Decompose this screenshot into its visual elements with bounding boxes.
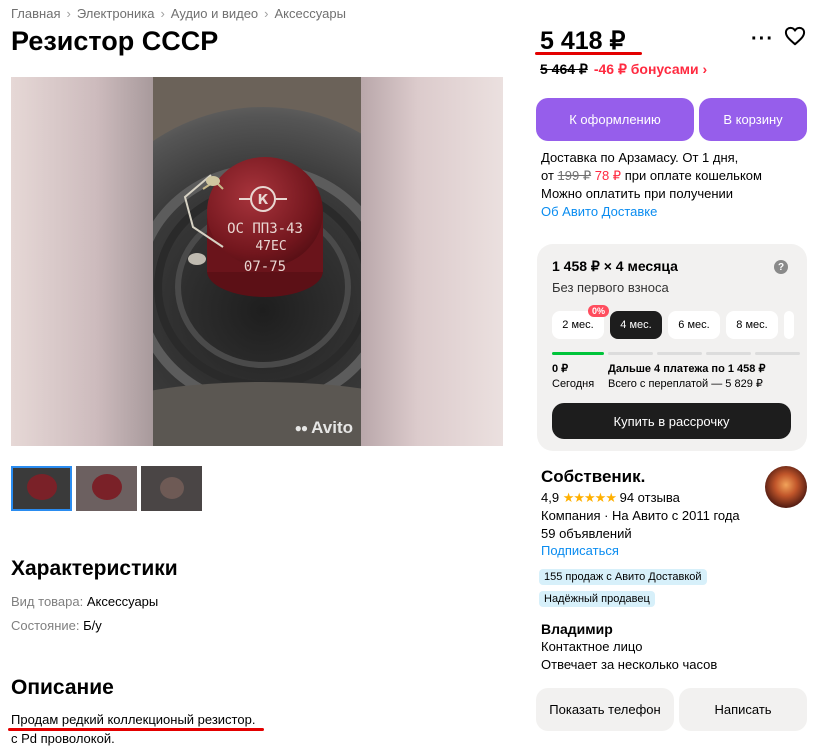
resistor-marking-3: 07-75 xyxy=(244,259,286,275)
rating-value: 4,9 xyxy=(541,490,560,505)
show-phone-button[interactable]: Показать телефон xyxy=(536,688,674,731)
delivery-line-1: Доставка по Арзамасу. От 1 дня, xyxy=(541,150,739,165)
more-options-icon[interactable]: ··· xyxy=(751,28,774,51)
breadcrumb-link-electronics[interactable]: Электроника xyxy=(77,6,155,21)
response-time: Отвечает за несколько часов xyxy=(541,657,718,672)
delivery-info: Доставка по Арзамасу. От 1 дня, от 199 ₽… xyxy=(541,149,762,221)
delivery-line-2: от 199 ₽ 78 ₽ при оплате кошельком xyxy=(541,167,762,185)
help-icon[interactable]: ? xyxy=(774,260,788,274)
price-old: 5 464 ₽ xyxy=(540,61,588,77)
progress-segment xyxy=(608,352,653,355)
progress-segment xyxy=(755,352,800,355)
description-line-2: с Pd проволокой. xyxy=(11,731,115,746)
reviews-link[interactable]: 94 отзыва xyxy=(620,490,680,505)
avito-watermark: ●● Avito xyxy=(295,418,353,438)
total-with-overpay: Всего с переплатой — 5 829 ₽ xyxy=(608,378,763,390)
thumbnail-2[interactable] xyxy=(76,466,137,511)
avito-logo-icon: ●● xyxy=(294,421,308,435)
spec-value: Аксессуары xyxy=(86,594,159,609)
thumbnail-image xyxy=(27,474,57,500)
seller-ads-count[interactable]: 59 объявлений xyxy=(541,526,632,541)
resistor-marking-2: 47ЕС xyxy=(255,239,286,254)
resistor-marking-1: ОС ПП3-43 xyxy=(227,221,303,237)
svg-text:К: К xyxy=(258,193,269,208)
payment-progress xyxy=(552,352,800,355)
delivery-new-price: 78 ₽ xyxy=(594,168,622,183)
product-photo[interactable]: К ОС ПП3-43 47ЕС 07-75 xyxy=(153,77,361,446)
thumbnail-image xyxy=(160,477,184,499)
photo-gallery[interactable]: К ОС ПП3-43 47ЕС 07-75 ●● Avito xyxy=(11,77,503,446)
contact-role: Контактное лицо xyxy=(541,639,643,654)
installment-subtitle: Без первого взноса xyxy=(552,280,669,295)
progress-segment xyxy=(657,352,702,355)
characteristics-heading: Характеристики xyxy=(11,557,178,580)
spec-key: Вид товара: xyxy=(11,594,84,609)
seller-avatar[interactable] xyxy=(765,466,807,508)
thumbnail-3[interactable] xyxy=(141,466,202,511)
thumbnail-image xyxy=(92,474,122,500)
favorite-heart-icon[interactable] xyxy=(784,26,806,51)
delivery-line-3: Можно оплатить при получении xyxy=(541,186,734,201)
add-to-cart-button[interactable]: В корзину xyxy=(699,98,807,141)
spec-value: Б/у xyxy=(83,618,102,633)
delivery-info-link[interactable]: Об Авито Доставке xyxy=(541,203,762,221)
delivery-old-price: 199 ₽ xyxy=(557,168,592,183)
checkout-button[interactable]: К оформлению xyxy=(536,98,694,141)
chevron-right-icon: › xyxy=(66,6,71,21)
today-label: Сегодня xyxy=(552,378,595,390)
progress-segment-today xyxy=(552,352,604,355)
progress-segment xyxy=(706,352,751,355)
star-rating-icon: ★★★★★ xyxy=(562,490,617,505)
term-chip-more[interactable] xyxy=(784,311,794,339)
chevron-right-icon: › xyxy=(264,6,269,21)
term-chip-4[interactable]: 4 мес. xyxy=(610,311,662,339)
thumbnail-1[interactable] xyxy=(11,466,72,511)
price-old-row: 5 464 ₽ -46 ₽ бонусами › xyxy=(540,61,707,78)
breadcrumb-link-home[interactable]: Главная xyxy=(11,6,60,21)
delivery-wallet-text: при оплате кошельком xyxy=(624,168,762,183)
write-message-button[interactable]: Написать xyxy=(679,688,807,731)
seller-rating: 4,9 ★★★★★ 94 отзыва xyxy=(541,490,680,506)
description-heading: Описание xyxy=(11,676,114,699)
thumbnail-strip xyxy=(11,466,202,511)
subscribe-link[interactable]: Подписаться xyxy=(541,543,619,558)
gallery-blur-right xyxy=(361,77,503,446)
breadcrumb-link-accessories[interactable]: Аксессуары xyxy=(275,6,346,21)
resistor-photo-illustration: К ОС ПП3-43 47ЕС 07-75 xyxy=(153,77,361,446)
delivery-from: от xyxy=(541,168,554,183)
page-title: Резистор СССР xyxy=(11,26,219,56)
term-chip-6[interactable]: 6 мес. xyxy=(668,311,720,339)
zero-percent-badge: 0% xyxy=(588,305,610,317)
next-payments: Дальше 4 платежа по 1 458 ₽ xyxy=(608,363,766,375)
bonus-link[interactable]: -46 ₽ бонусами › xyxy=(594,61,707,78)
installment-today: 0 ₽ Сегодня xyxy=(552,362,594,392)
installment-title: 1 458 ₽ × 4 месяца xyxy=(552,258,678,274)
spec-row-condition: Состояние: Б/у xyxy=(11,618,102,633)
chevron-right-icon: › xyxy=(160,6,165,21)
description-line-1: Продам редкий коллекционый резистор. xyxy=(11,712,256,727)
red-underline-annotation xyxy=(535,52,642,55)
installment-next: Дальше 4 платежа по 1 458 ₽ Всего с пере… xyxy=(608,362,765,392)
gallery-blur-left xyxy=(11,77,153,446)
watermark-text: Avito xyxy=(311,418,353,437)
trusted-seller-badge: Надёжный продавец xyxy=(539,591,655,607)
seller-name[interactable]: Собственик. xyxy=(541,467,645,487)
seller-since: Компания · На Авито с 2011 года xyxy=(541,508,740,523)
breadcrumb-link-audio-video[interactable]: Аудио и видео xyxy=(171,6,258,21)
contact-person-name: Владимир xyxy=(541,621,613,637)
spec-key: Состояние: xyxy=(11,618,80,633)
spec-row-type: Вид товара: Аксессуары xyxy=(11,594,158,609)
breadcrumb: Главная › Электроника › Аудио и видео › Акс… xyxy=(11,6,346,21)
installment-card: 1 458 ₽ × 4 месяца ? Без первого взноса … xyxy=(537,244,807,451)
buy-installment-button[interactable]: Купить в рассрочку xyxy=(552,403,791,439)
delivery-sales-badge: 155 продаж с Авито Доставкой xyxy=(539,569,707,585)
today-amount: 0 ₽ xyxy=(552,363,569,375)
term-chip-8[interactable]: 8 мес. xyxy=(726,311,778,339)
